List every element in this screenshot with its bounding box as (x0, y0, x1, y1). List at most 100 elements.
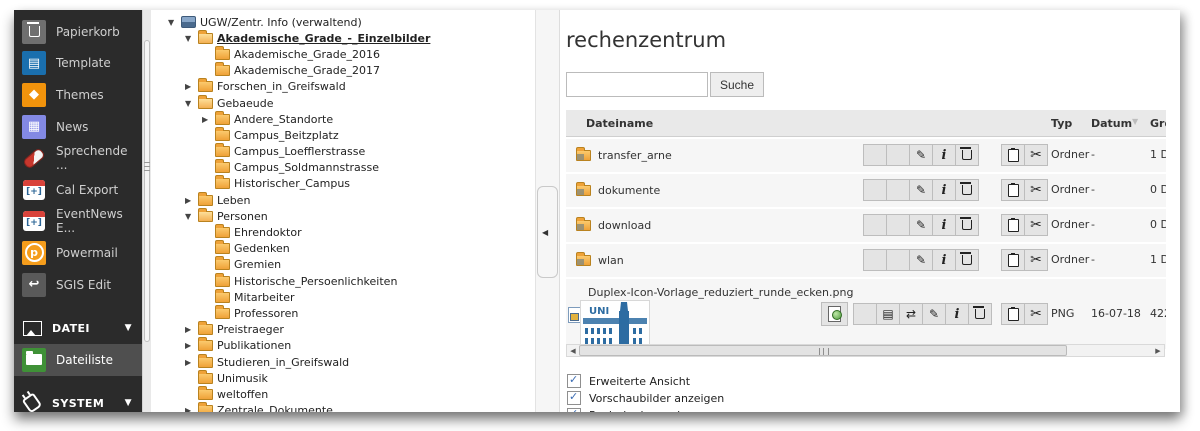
tree-node-campus-soldmannstrasse[interactable]: Campus_Soldmannstrasse (151, 160, 535, 176)
file-name[interactable]: dokumente (598, 184, 660, 197)
tree-node-preistraeger[interactable]: ▶ Preistraeger (151, 322, 535, 338)
file-name[interactable]: wlan (598, 254, 624, 267)
tree-node-label[interactable]: Zentrale_Dokumente (217, 404, 333, 412)
expand-icon[interactable]: ▶ (185, 196, 198, 205)
tree-node-ugw-zentr-info-verwaltend[interactable]: ▼ UGW/Zentr. Info (verwaltend) (151, 14, 535, 30)
tree-node-label[interactable]: Campus_Loefflerstrasse (234, 145, 365, 158)
tree-node-ehrendoktor[interactable]: Ehrendoktor (151, 224, 535, 240)
tree-node-professoren[interactable]: Professoren (151, 305, 535, 321)
sidebar-item-sprechende[interactable]: Sprechende ... (14, 142, 142, 174)
replace-button[interactable]: ⇄ (899, 303, 923, 325)
collapse-tree-handle[interactable]: ◀ (537, 186, 558, 278)
file-name[interactable]: transfer_arne (598, 149, 672, 162)
tree-node-label[interactable]: Akademische_Grade_2017 (234, 64, 380, 77)
expand-icon[interactable]: ▶ (185, 82, 198, 91)
tree-node-andere-standorte[interactable]: ▶Andere_Standorte (151, 111, 535, 127)
scrollbar-thumb[interactable] (144, 40, 150, 342)
tree-node-label[interactable]: Preistraeger (217, 323, 284, 336)
tree-node-label[interactable]: Gedenken (234, 242, 290, 255)
sidebar-item-papierkorb[interactable]: Papierkorb (14, 16, 142, 48)
search-input[interactable] (566, 72, 708, 97)
sidebar-item-template[interactable]: ▤Template (14, 48, 142, 80)
collapse-icon[interactable]: ▼ (168, 18, 181, 27)
table-row-wlan[interactable]: wlan✎i✂Ordner-1 Da (566, 244, 1166, 277)
tree-node-label[interactable]: Gremien (234, 258, 281, 271)
rename-button[interactable]: ✎ (909, 179, 933, 201)
tree-node-label[interactable]: Unimusik (217, 372, 268, 385)
tree-node-personen[interactable]: ▼Personen (151, 208, 535, 224)
tree-node-campus-loefflerstrasse[interactable]: Campus_Loefflerstrasse (151, 144, 535, 160)
tree-node-zentrale-dokumente[interactable]: ▶ Zentrale_Dokumente (151, 403, 535, 413)
tree-node-gremien[interactable]: Gremien (151, 257, 535, 273)
tree-node-akademische-grade-einzelbilder[interactable]: ▼Akademische_Grade_-_Einzelbilder (151, 30, 535, 46)
cut-button[interactable]: ✂ (1024, 303, 1048, 325)
file-name[interactable]: Duplex-Icon-Vorlage_reduziert_runde_ecke… (588, 286, 853, 299)
sidebar-section-system[interactable]: SYSTEM▼ (14, 388, 142, 412)
cut-button[interactable]: ✂ (1024, 249, 1048, 271)
delete-button[interactable] (955, 214, 979, 236)
chevron-down-icon[interactable]: ▼ (125, 323, 132, 333)
cut-button[interactable]: ✂ (1024, 214, 1048, 236)
tree-node-mitarbeiter[interactable]: Mitarbeiter (151, 289, 535, 305)
checkbox-icon[interactable] (567, 408, 581, 412)
tree-node-leben[interactable]: ▶ Leben (151, 192, 535, 208)
sidebar-item-sgis-edit[interactable]: ↩SGIS Edit (14, 269, 142, 301)
tree-node-studieren-in-greifswald[interactable]: ▶ Studieren_in_Greifswald (151, 354, 535, 370)
hscroll-thumb[interactable] (579, 345, 1067, 356)
tree-node-gebaeude[interactable]: ▼Gebaeude (151, 95, 535, 111)
tree-node-label[interactable]: Personen (217, 210, 268, 223)
scroll-right-icon[interactable]: ▶ (1152, 345, 1164, 356)
rename-button[interactable]: ✎ (909, 249, 933, 271)
sidebar-item-cal-export[interactable]: Cal Export (14, 174, 142, 206)
tree-node-campus-beitzplatz[interactable]: Campus_Beitzplatz (151, 127, 535, 143)
tree-node-akademische-grade-2017[interactable]: Akademische_Grade_2017 (151, 63, 535, 79)
tree-node-label[interactable]: Ehrendoktor (234, 226, 302, 239)
expand-icon[interactable]: ▶ (185, 358, 198, 367)
tree-node-forschen-in-greifswald[interactable]: ▶Forschen_in_Greifswald (151, 79, 535, 95)
checkbox-erweiterte-ansicht[interactable]: Erweiterte Ansicht (567, 374, 690, 388)
tree-node-label[interactable]: Historische_Persoenlichkeiten (234, 275, 397, 288)
sidebar-section-datei[interactable]: DATEI▼ (14, 312, 142, 344)
paste-button[interactable] (1001, 179, 1025, 201)
scrollbar-grip[interactable] (144, 162, 150, 171)
expand-icon[interactable]: ▶ (185, 341, 198, 350)
expand-icon[interactable]: ▶ (185, 406, 198, 412)
tree-node-label[interactable]: Studieren_in_Greifswald (217, 356, 349, 369)
rename-button[interactable]: ✎ (909, 214, 933, 236)
expand-icon[interactable]: ▶ (185, 325, 198, 334)
checkbox-icon[interactable] (567, 374, 581, 388)
module-menu-scrollbar[interactable] (142, 10, 151, 412)
table-row-transfer-arne[interactable]: transfer_arne✎i✂Ordner-1 Da (566, 139, 1166, 172)
tree-node-unimusik[interactable]: Unimusik (151, 370, 535, 386)
tree-node-historische-persoenlichkeiten[interactable]: Historische_Persoenlichkeiten (151, 273, 535, 289)
tree-node-label[interactable]: Akademische_Grade_2016 (234, 48, 380, 61)
table-row-download[interactable]: download✎i✂Ordner-0 Da (566, 209, 1166, 242)
tree-node-label[interactable]: Campus_Soldmannstrasse (234, 161, 379, 174)
tree-node-label[interactable]: Gebaeude (217, 97, 274, 110)
checkbox-icon[interactable] (567, 391, 581, 405)
sidebar-item-dateiliste[interactable]: Dateiliste (14, 344, 142, 376)
metadata-button[interactable]: ▤ (876, 303, 900, 325)
uni-building-thumbnail[interactable]: UNI (580, 300, 650, 349)
info-button[interactable]: i (932, 214, 956, 236)
table-row-dokumente[interactable]: dokumente✎i✂Ordner-0 Da (566, 174, 1166, 207)
col-groesse[interactable]: Größe (1150, 117, 1166, 130)
delete-button[interactable] (955, 144, 979, 166)
col-typ[interactable]: Typ (1051, 117, 1072, 130)
checkbox-papierkorb[interactable]: Papierkorb anzeigen (567, 408, 701, 412)
cut-button[interactable]: ✂ (1024, 179, 1048, 201)
tree-node-label[interactable]: weltoffen (217, 388, 268, 401)
sidebar-item-powermail[interactable]: pPowermail (14, 237, 142, 269)
search-button[interactable]: Suche (710, 72, 764, 97)
tree-node-label[interactable]: Professoren (234, 307, 298, 320)
table-row-duplex-icon-vorlage-reduziert-runde-ecken-png[interactable]: Duplex-Icon-Vorlage_reduziert_runde_ecke… (566, 279, 1166, 349)
sidebar-item-themes[interactable]: ◆Themes (14, 79, 142, 111)
collapse-icon[interactable]: ▼ (185, 34, 198, 43)
cut-button[interactable]: ✂ (1024, 144, 1048, 166)
rename-button[interactable]: ✎ (922, 303, 946, 325)
tree-node-label[interactable]: UGW/Zentr. Info (verwaltend) (200, 16, 362, 29)
tree-node-label[interactable]: Leben (217, 194, 250, 207)
tree-node-label[interactable]: Campus_Beitzplatz (234, 129, 339, 142)
horizontal-scrollbar[interactable]: ◀ ▶ (566, 344, 1165, 357)
col-datum[interactable]: Datum (1091, 117, 1132, 130)
